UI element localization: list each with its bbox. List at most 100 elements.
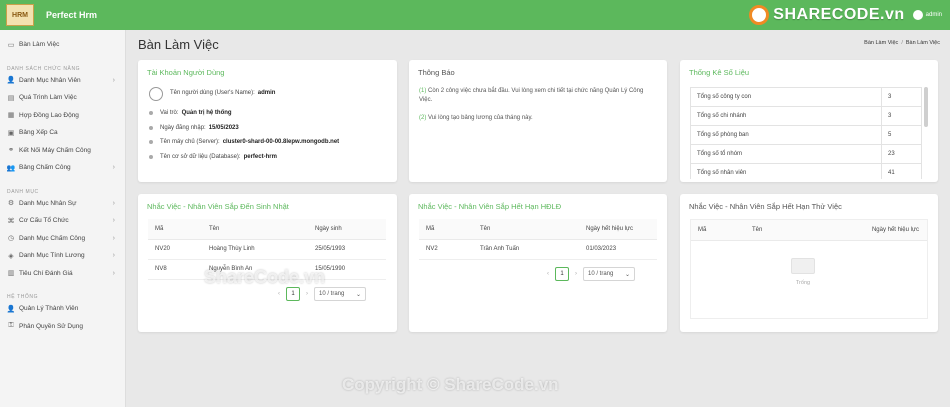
notice-item: (1) Còn 2 công việc chưa bắt đầu. Vui lò… — [419, 87, 657, 105]
bullet-icon — [149, 111, 153, 115]
notice-item: (2) Vui lòng tạo bảng lương của tháng nà… — [419, 114, 657, 123]
info-label: Tên máy chủ (Server): — [160, 139, 220, 145]
page-button[interactable]: 1 — [555, 267, 569, 281]
page-button[interactable]: 1 — [286, 287, 300, 301]
breadcrumb-link[interactable]: Bàn Làm Việc — [864, 40, 898, 46]
sidebar-item[interactable]: ▥ Tiêu Chí Đánh Giá › — [0, 265, 125, 283]
users-icon: 👤 — [6, 77, 16, 85]
sidebar-item[interactable]: ▦ Hợp Đồng Lao Động — [0, 107, 125, 125]
birthday-card-title: Nhắc Việc - Nhân Viên Sắp Đến Sinh Nhật — [147, 202, 289, 211]
sidebar-item[interactable]: 👤 Quản Lý Thành Viên — [0, 300, 125, 318]
column-header[interactable]: Ngày hết hiệu lực — [784, 220, 927, 241]
stats-value: 3 — [881, 106, 922, 126]
stats-row: Tổng số phòng ban 5 — [690, 125, 922, 145]
empty-text: Trống — [795, 280, 811, 286]
chevron-right-icon: › — [112, 199, 115, 207]
stats-row: Tổng số tổ nhóm 23 — [690, 144, 922, 164]
sidebar-item-label: Kết Nối Máy Chấm Công — [19, 146, 91, 154]
account-card-title: Tài Khoản Người Dùng — [147, 68, 225, 77]
brand-logo-icon — [749, 5, 770, 25]
column-header[interactable]: Mã — [691, 220, 745, 241]
sidebar-item[interactable]: ◈ Danh Mục Tính Lương › — [0, 247, 125, 265]
sidebar-item[interactable]: 👤 Danh Mục Nhân Viên › — [0, 72, 125, 90]
chevron-right-icon: › — [112, 76, 115, 84]
empty-inbox-icon — [791, 258, 815, 274]
sidebar-item[interactable]: ▤ Quá Trình Làm Việc — [0, 89, 125, 107]
stats-label: Tổng số tổ nhóm — [690, 144, 882, 164]
notice-number: (1) — [419, 88, 427, 94]
sidebar-item[interactable]: ⚙ Danh Mục Nhân Sự › — [0, 195, 125, 213]
sidebar-item[interactable]: ⚭ Kết Nối Máy Chấm Công — [0, 142, 125, 160]
bullet-icon — [149, 154, 153, 159]
breadcrumb: Bàn Làm Việc / Bàn Làm Việc — [864, 40, 940, 46]
app-logo[interactable]: HRM — [6, 4, 34, 26]
column-header[interactable]: Tên — [473, 219, 579, 240]
column-header[interactable]: Tên — [202, 219, 308, 240]
chevron-right-icon: › — [112, 234, 115, 242]
stats-label: Tổng số nhân viên — [690, 163, 882, 179]
next-page-icon[interactable]: › — [306, 291, 308, 297]
settings-icon: ⚙ — [7, 200, 15, 208]
probation-table: Mã Tên Ngày hết hiệu lực — [691, 220, 927, 241]
probation-card-title: Nhắc Việc - Nhân Viên Sắp Hết Hạn Thử Vi… — [689, 202, 842, 211]
prev-page-icon[interactable]: ‹ — [547, 271, 549, 277]
account-info-row: Vai trò: Quản trị hệ thống — [149, 110, 232, 116]
stats-scrollbar[interactable] — [924, 87, 928, 127]
sidebar-item-label: Tiêu Chí Đánh Giá — [19, 269, 73, 277]
notice-card-title: Thông Báo — [418, 68, 455, 77]
sidebar-item[interactable]: 👥 Bảng Chấm Công › — [0, 159, 125, 177]
sidebar-item[interactable]: ◷ Danh Mục Chấm Công › — [0, 230, 125, 248]
sidebar-item[interactable]: ▭ Bàn Làm Việc — [0, 36, 125, 54]
column-header[interactable]: Ngày hết hiệu lực — [579, 219, 657, 240]
username-row: Tên người dùng (User's Name): admin — [170, 90, 275, 96]
column-header[interactable]: Ngày sinh — [308, 219, 386, 240]
page-size-value: 10 / trang — [319, 291, 345, 297]
stats-row: Tổng số chi nhánh 3 — [690, 106, 922, 126]
username-label: Tên người dùng (User's Name): — [170, 90, 255, 96]
info-value: cluster0-shard-00-00.8lepw.mongodb.net — [222, 139, 340, 145]
stats-value: 5 — [881, 125, 922, 145]
sidebar-section-title: DANH SÁCH CHỨC NĂNG — [7, 65, 81, 72]
sidebar-item-label: Hợp Đồng Lao Động — [19, 111, 79, 119]
account-info-row: Tên máy chủ (Server): cluster0-shard-00-0… — [149, 139, 339, 145]
sidebar-item-label: Phân Quyền Sử Dụng — [19, 322, 83, 330]
sidebar-item-label: Danh Mục Tính Lương — [19, 252, 85, 260]
chevron-right-icon: › — [112, 252, 115, 260]
org-icon: ⌘ — [7, 217, 15, 225]
stats-row: Tổng số công ty con 3 — [690, 87, 922, 107]
monitor-icon: ▭ — [7, 41, 15, 49]
table-cell: NV8 — [148, 259, 202, 280]
account-info-row: Ngày đăng nhập: 15/05/2023 — [149, 125, 239, 131]
admin-label: admin — [925, 12, 942, 18]
table-row[interactable]: NV2 Trần Anh Tuấn 01/03/2023 — [419, 239, 657, 260]
stats-card: Thống Kê Số Liệu Tổng số công ty con 3 Tổn… — [680, 60, 938, 182]
sidebar-item[interactable]: ⌘ Cơ Cấu Tổ Chức › — [0, 212, 125, 230]
table-row[interactable]: NV20 Hoàng Thùy Linh 25/05/1993 — [148, 239, 386, 260]
contract-card-title: Nhắc Việc - Nhân Viên Sắp Hết Hạn HĐLĐ — [418, 202, 562, 211]
info-value: Quản trị hệ thống — [181, 110, 232, 116]
column-header[interactable]: Mã — [419, 219, 473, 240]
table-cell: Hoàng Thùy Linh — [202, 239, 308, 260]
breadcrumb-current: Bàn Làm Việc — [905, 40, 940, 46]
page-size-select[interactable]: 10 / trang ⌄ — [314, 287, 366, 301]
permission-icon: ⚿ — [8, 322, 14, 330]
contract-pager: ‹ 1 › 10 / trang ⌄ — [547, 267, 635, 281]
chart-icon: ▥ — [7, 270, 15, 278]
next-page-icon[interactable]: › — [575, 271, 577, 277]
sidebar-item[interactable]: ▣ Bảng Xếp Ca — [0, 124, 125, 142]
sidebar-item[interactable]: ⚿ Phân Quyền Sử Dụng — [0, 318, 125, 336]
column-header[interactable]: Mã — [148, 219, 202, 240]
sidebar-item-label: Quá Trình Làm Việc — [19, 94, 77, 102]
column-header[interactable]: Tên — [745, 220, 785, 241]
prev-page-icon[interactable]: ‹ — [278, 291, 280, 297]
user-menu[interactable]: admin — [912, 10, 942, 20]
account-card: Tài Khoản Người Dùng Tên người dùng (Use… — [138, 60, 397, 182]
sidebar-item-label: Bàn Làm Việc — [19, 41, 60, 49]
table-row[interactable]: NV8 Nguyễn Bình An 15/05/1990 — [148, 259, 386, 280]
info-label: Ngày đăng nhập: — [160, 124, 206, 131]
stats-scroll[interactable]: Tổng số công ty con 3 Tổng số chi nhánh 3 Tổ… — [690, 87, 922, 179]
page-size-select[interactable]: 10 / trang ⌄ — [583, 267, 635, 281]
table-cell: 25/05/1993 — [308, 239, 386, 260]
account-info-row: Tên cơ sở dữ liệu (Database): perfect-hrm — [149, 154, 277, 160]
app-title[interactable]: Perfect Hrm — [46, 10, 97, 20]
